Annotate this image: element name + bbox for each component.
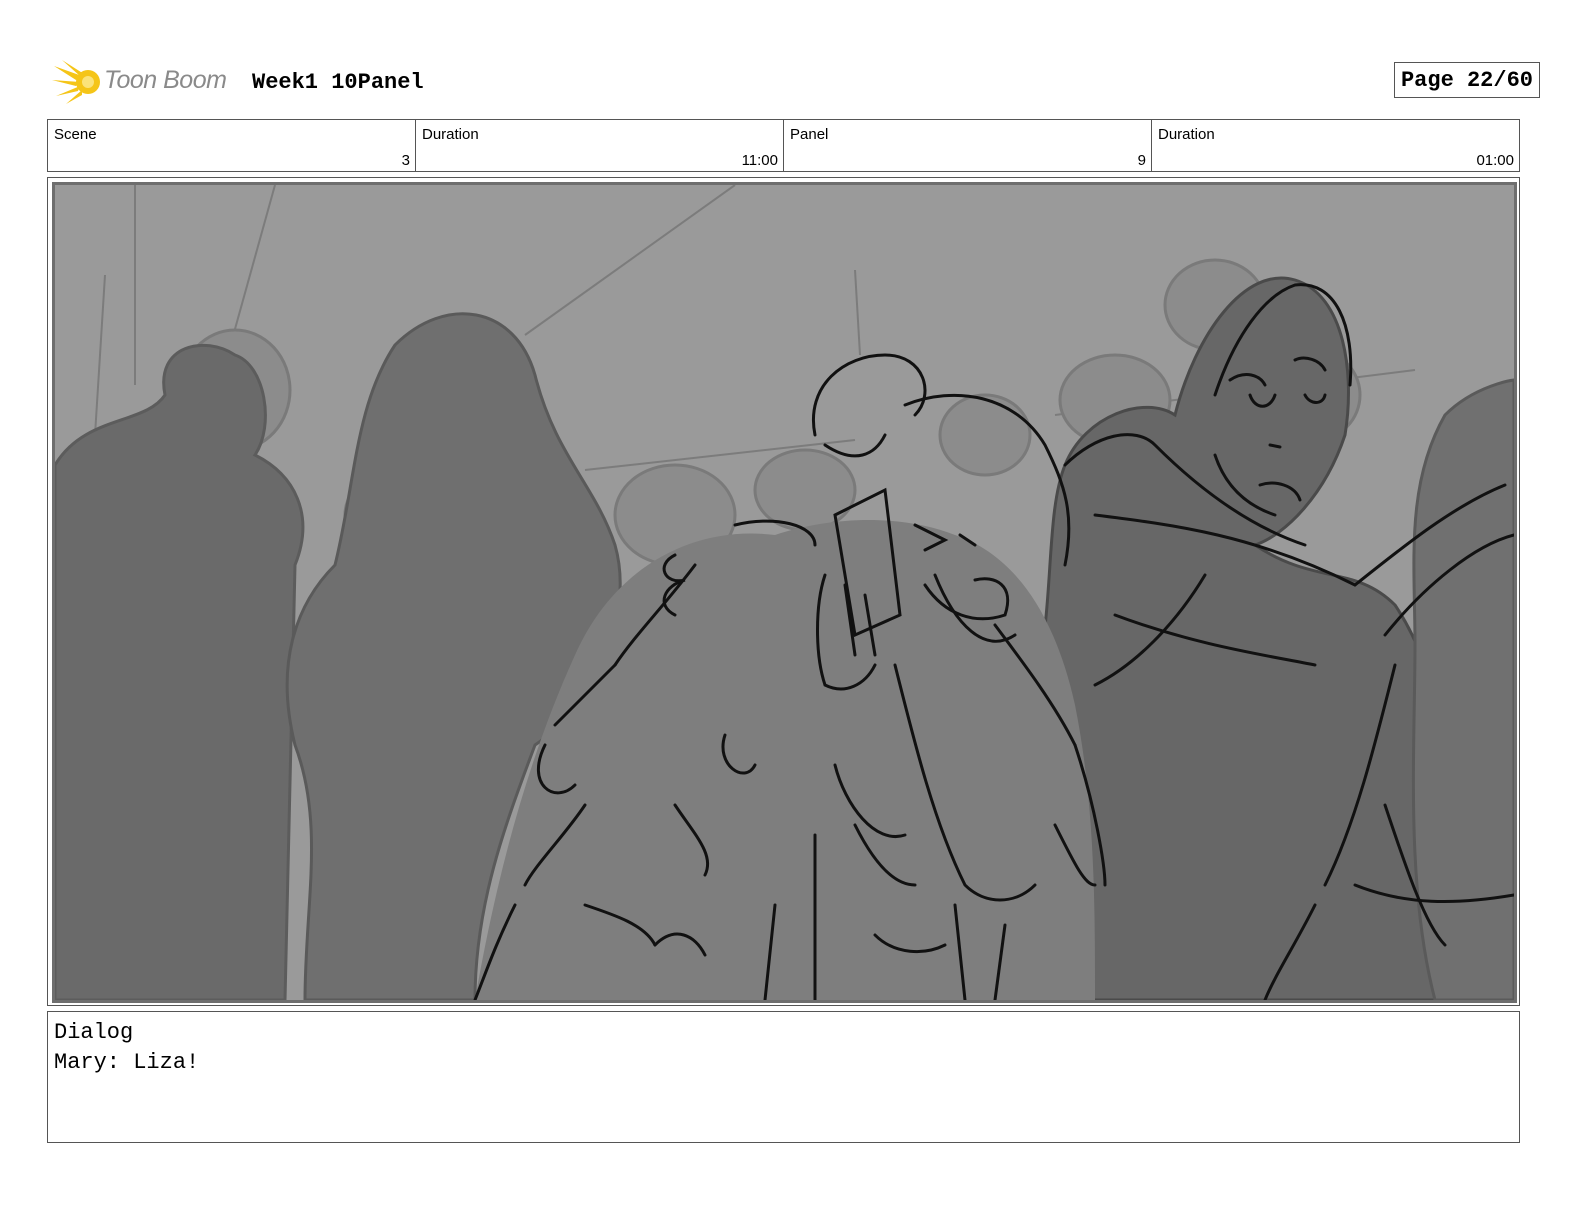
page-indicator: Page 22/60	[1393, 62, 1540, 98]
storyboard-sketch	[52, 182, 1517, 1003]
panel-info-row: Scene 3 Duration 11:00 Panel 9 Duration …	[47, 119, 1520, 172]
storyboard-panel-frame	[47, 177, 1520, 1006]
scene-label: Scene	[54, 126, 97, 143]
panel-duration-cell: Duration 01:00	[1152, 120, 1519, 171]
scene-duration-value: 11:00	[741, 152, 778, 169]
page-header: Toon Boom Week1 10Panel Page 22/60	[52, 56, 1540, 108]
panel-value: 9	[1137, 152, 1146, 169]
scene-duration-cell: Duration 11:00	[416, 120, 784, 171]
dialog-label: Dialog	[54, 1020, 134, 1045]
logo-text: Toon Boom	[104, 66, 227, 94]
scene-duration-label: Duration	[422, 126, 479, 143]
far-right-figure	[1411, 378, 1514, 1000]
sketch-drawing	[55, 185, 1514, 1000]
left-figure-silhouette	[55, 343, 305, 1000]
panel-cell: Panel 9	[784, 120, 1152, 171]
panel-duration-label: Duration	[1158, 126, 1215, 143]
scene-cell: Scene 3	[48, 120, 416, 171]
star-burst-icon	[52, 60, 100, 104]
dialog-box: Dialog Mary: Liza!	[47, 1011, 1520, 1143]
dialog-line: Mary: Liza!	[54, 1050, 200, 1075]
scene-value: 3	[401, 152, 410, 169]
panel-duration-value: 01:00	[1476, 152, 1514, 169]
document-title: Week1 10Panel	[252, 70, 424, 95]
panel-label: Panel	[790, 126, 829, 143]
toon-boom-logo: Toon Boom	[52, 56, 242, 108]
